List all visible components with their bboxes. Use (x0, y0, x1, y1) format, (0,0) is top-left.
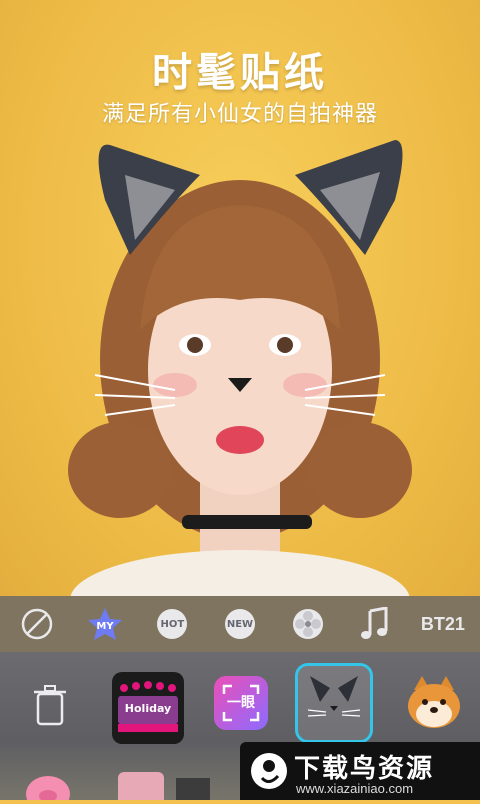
cat-ears-sticker-thumbnail (307, 676, 361, 717)
sticker-grid: Holiday 一眼 下载鸟资源 www.xiazainiao.com (0, 652, 480, 804)
holiday-label: Holiday (124, 702, 172, 715)
sticker-dark[interactable] (176, 778, 210, 800)
shiba-dog-icon (408, 676, 460, 728)
sticker-photo-frame[interactable] (118, 772, 164, 800)
star-icon: MY (87, 608, 122, 640)
music-note-icon (361, 607, 388, 639)
pig-icon (26, 776, 70, 804)
watermark-url: www.xiazainiao.com (296, 781, 414, 796)
sticker-shiba[interactable] (398, 668, 470, 740)
tab-hot[interactable]: HOT (141, 596, 203, 652)
sticker-cat-ears[interactable] (295, 663, 373, 743)
tab-music[interactable] (344, 596, 406, 652)
tab-flower[interactable] (277, 596, 339, 652)
sticker-glance[interactable]: 一眼 (214, 676, 268, 730)
tab-bt21-label: BT21 (420, 613, 465, 634)
tab-new-label: NEW (224, 609, 255, 639)
promo-headline: 时髦贴纸 (152, 50, 328, 96)
sticker-holiday[interactable]: Holiday (112, 672, 184, 744)
tab-my-label: MY (96, 621, 114, 632)
tab-new[interactable]: NEW (209, 596, 271, 652)
tab-hot-label: HOT (157, 609, 188, 639)
promo-subline: 满足所有小仙女的自拍神器 (101, 102, 378, 127)
tab-none[interactable] (6, 596, 68, 652)
bird-logo-icon (251, 753, 287, 789)
sticker-category-bar: MY HOT NEW BT21 (0, 596, 480, 652)
tab-bt21[interactable]: BT21 (412, 596, 474, 652)
delete-sticker-button[interactable] (14, 668, 86, 740)
flower-icon (292, 609, 323, 639)
sticker-pink-pig[interactable] (20, 768, 76, 804)
glance-label: 一眼 (227, 695, 255, 711)
no-sticker-icon (21, 608, 53, 640)
watermark-banner: 下载鸟资源 www.xiazainiao.com (240, 742, 480, 800)
trash-icon (34, 685, 66, 726)
watermark-brand: 下载鸟资源 (294, 754, 435, 784)
tab-my[interactable]: MY (74, 596, 136, 652)
